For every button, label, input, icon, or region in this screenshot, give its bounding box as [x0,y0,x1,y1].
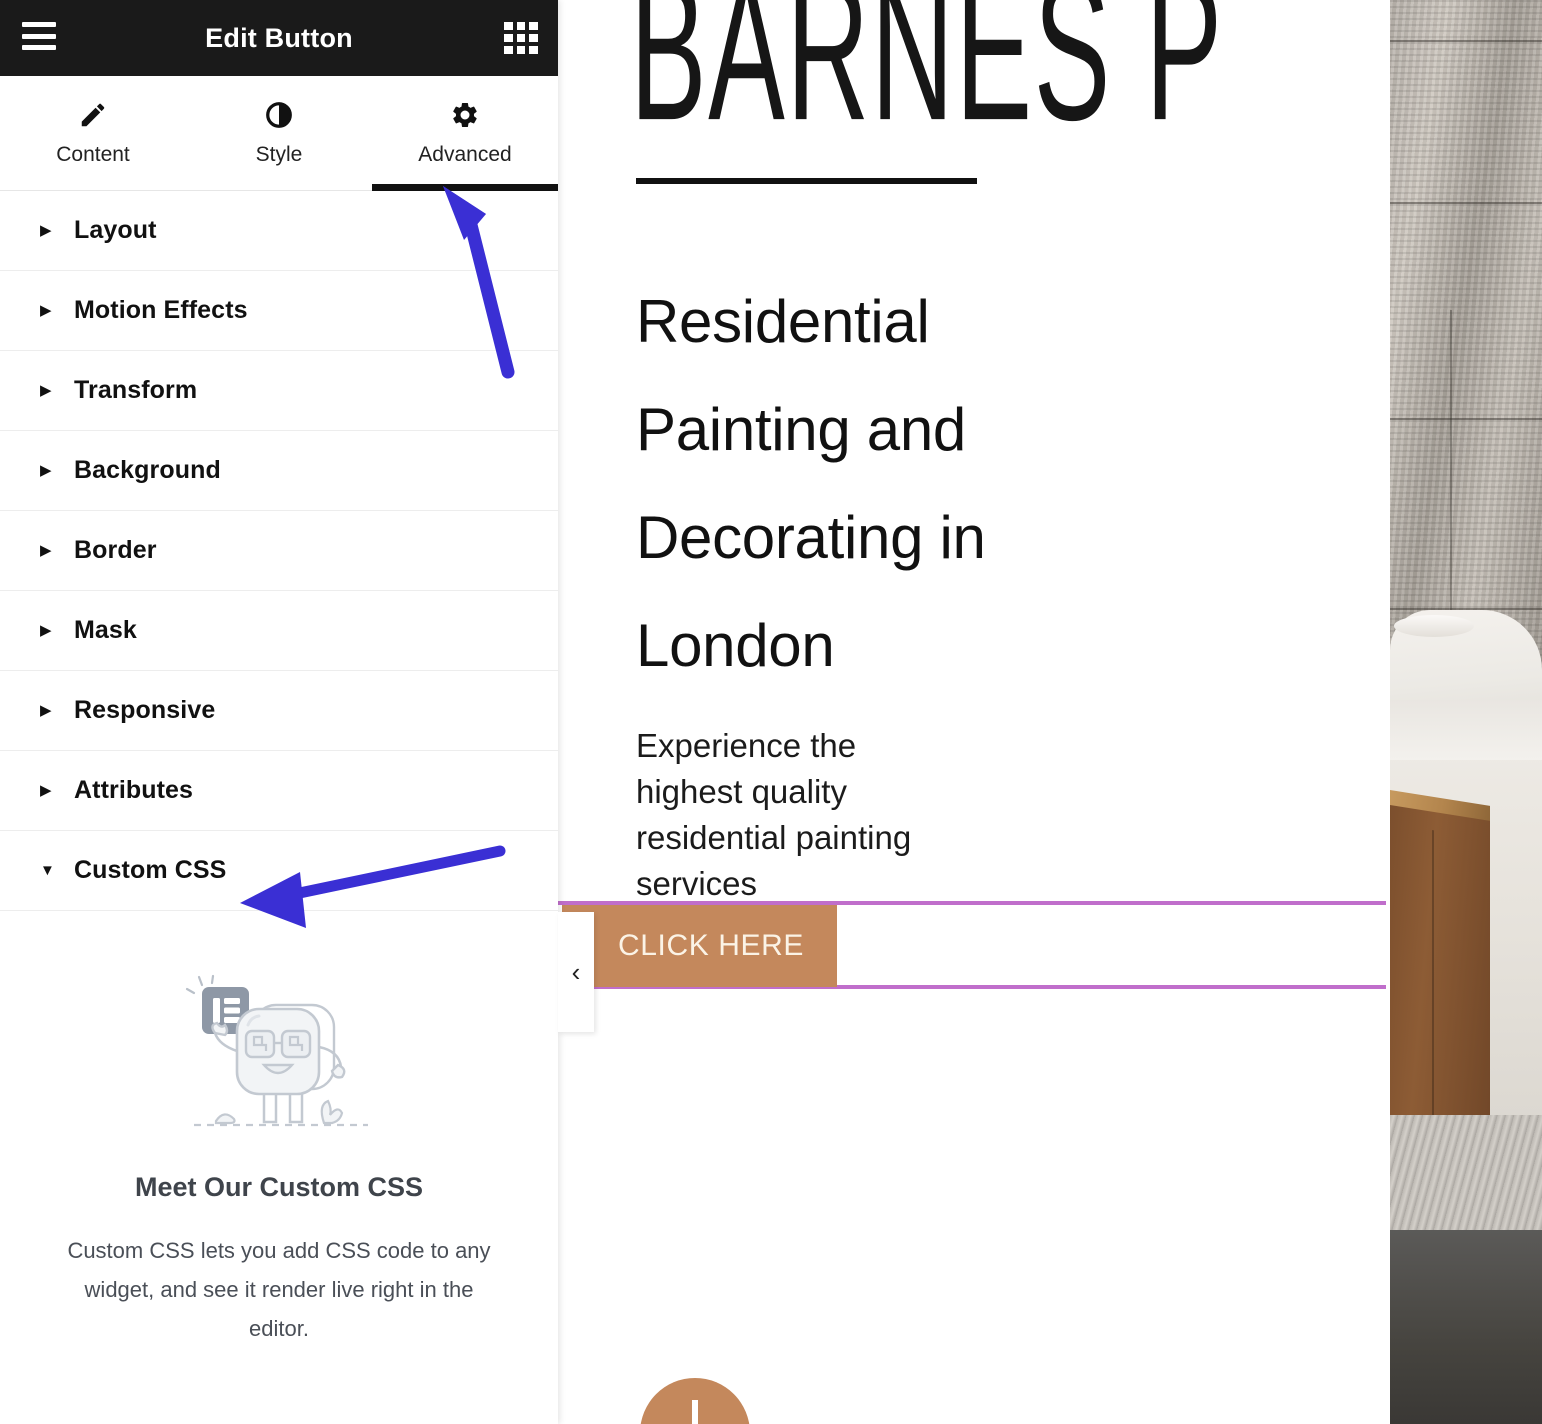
tile-seam [1390,202,1542,204]
chevron-right-icon: ▶ [40,622,52,639]
tiled-wall-image [1390,0,1542,700]
chevron-right-icon: ▶ [40,382,52,399]
chevron-right-icon: ▶ [40,222,52,239]
elementor-settings-panel: Edit Button Content Style Advanced ▶ Lay… [0,0,558,1424]
brand-wordmark: BARNES P [630,0,1224,163]
section-motion-effects[interactable]: ▶ Motion Effects [0,271,558,351]
dark-tile-floor [1390,1230,1542,1424]
custom-css-promo: Meet Our Custom CSS Custom CSS lets you … [0,911,558,1348]
section-attributes-label: Attributes [74,776,194,804]
promo-body: Custom CSS lets you add CSS code to any … [67,1238,491,1341]
chevron-right-icon: ▶ [40,462,52,479]
section-custom-css[interactable]: ▼ Custom CSS [0,831,558,911]
tab-style-label: Style [255,143,303,166]
half-circle-contrast-icon [264,99,294,131]
panel-header: Edit Button [0,0,558,76]
brand-divider-rule [636,178,977,184]
advanced-sections-accordion: ▶ Layout ▶ Motion Effects ▶ Transform ▶ … [0,191,558,911]
section-mask[interactable]: ▶ Mask [0,591,558,671]
tile-grout-line [1450,310,1452,610]
section-attributes[interactable]: ▶ Attributes [0,751,558,831]
chevron-right-icon: ▶ [40,542,52,559]
section-background-label: Background [74,456,221,484]
ceiling-edge [1390,700,1542,760]
section-motion-effects-label: Motion Effects [74,296,248,324]
section-border-label: Border [74,536,157,564]
tab-style[interactable]: Style [186,76,372,190]
tab-advanced-label: Advanced [418,143,512,166]
panel-tabs: Content Style Advanced [0,76,558,191]
section-mask-label: Mask [74,616,137,644]
bathroom-photo-column [1390,0,1542,1424]
promo-title: Meet Our Custom CSS [134,1172,424,1202]
panel-collapse-handle[interactable]: ‹ [558,912,594,1032]
hero-heading: Residential Painting and Decorating in L… [636,288,986,679]
hamburger-menu-icon[interactable] [22,22,56,50]
tab-advanced[interactable]: Advanced [372,76,558,191]
section-layout-label: Layout [74,216,157,244]
section-border[interactable]: ▶ Border [0,511,558,591]
section-responsive-label: Responsive [74,696,216,724]
elementor-mascot-illustration [54,973,504,1148]
pencil-icon [78,99,108,131]
chevron-right-icon: ▶ [40,782,52,799]
section-layout[interactable]: ▶ Layout [0,191,558,271]
chevron-right-icon: ▶ [40,702,52,719]
soap-dish [1394,615,1474,637]
chevron-down-icon: ▼ [40,862,55,879]
tile-seam [1390,40,1542,42]
panel-title: Edit Button [205,22,353,53]
hero-subheading: Experience the highest quality residenti… [636,727,912,902]
widgets-grid-icon[interactable] [504,22,538,54]
chevron-right-icon: ▶ [40,302,52,319]
elementor-editor-screen: BARNES P Residential Painting and Decora… [0,0,1542,1424]
section-transform[interactable]: ▶ Transform [0,351,558,431]
tab-content[interactable]: Content [0,76,186,190]
cta-click-here-button[interactable]: CLICK HERE [562,905,837,987]
tile-seam [1390,418,1542,420]
section-responsive[interactable]: ▶ Responsive [0,671,558,751]
section-background[interactable]: ▶ Background [0,431,558,511]
section-custom-css-label: Custom CSS [74,856,227,884]
section-transform-label: Transform [74,376,198,404]
scroll-indicator-mark [692,1400,698,1424]
tab-content-label: Content [56,143,130,166]
gear-icon [450,99,480,131]
